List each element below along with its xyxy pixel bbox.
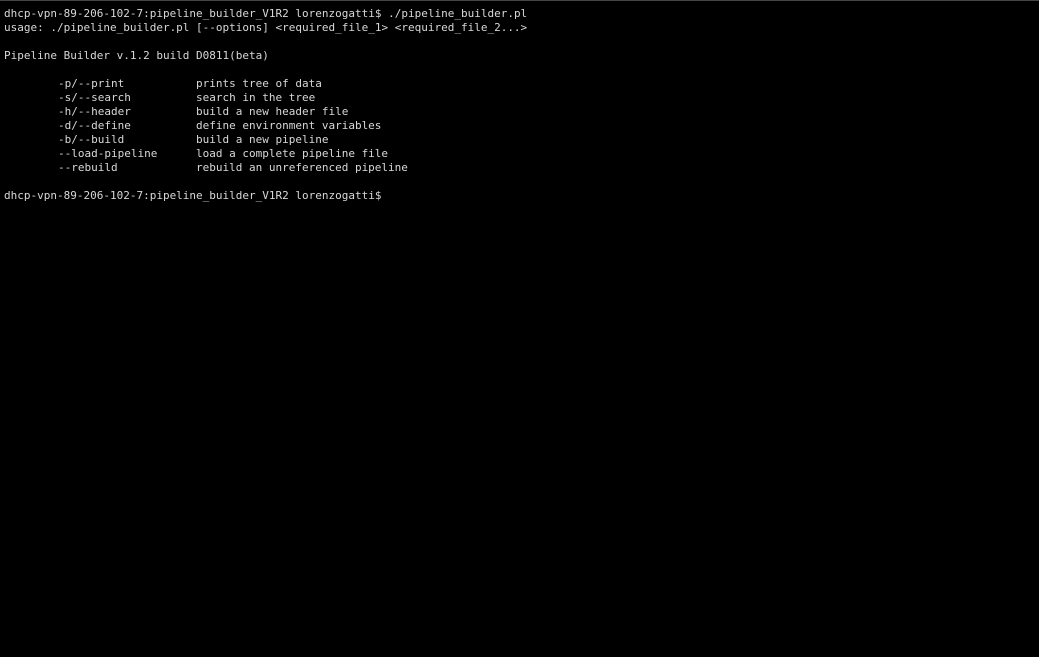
option-flag: -d/--define xyxy=(58,119,196,133)
option-row: -h/--headerbuild a new header file xyxy=(4,105,1035,119)
cursor-icon xyxy=(388,190,395,202)
option-row: -p/--printprints tree of data xyxy=(4,77,1035,91)
option-desc: search in the tree xyxy=(196,91,315,105)
option-row: --load-pipelineload a complete pipeline … xyxy=(4,147,1035,161)
option-row: -s/--searchsearch in the tree xyxy=(4,91,1035,105)
blank-line xyxy=(4,35,1035,49)
prompt-line-1: dhcp-vpn-89-206-102-7:pipeline_builder_V… xyxy=(4,7,1035,21)
option-desc: build a new pipeline xyxy=(196,133,328,147)
blank-line xyxy=(4,63,1035,77)
option-desc: build a new header file xyxy=(196,105,348,119)
option-desc: define environment variables xyxy=(196,119,381,133)
blank-line xyxy=(4,175,1035,189)
option-desc: load a complete pipeline file xyxy=(196,147,388,161)
option-flag: -h/--header xyxy=(58,105,196,119)
entered-command: ./pipeline_builder.pl xyxy=(388,7,527,20)
option-flag: -s/--search xyxy=(58,91,196,105)
terminal-output[interactable]: dhcp-vpn-89-206-102-7:pipeline_builder_V… xyxy=(4,7,1035,203)
option-flag: --load-pipeline xyxy=(58,147,196,161)
option-row: --rebuildrebuild an unreferenced pipelin… xyxy=(4,161,1035,175)
option-flag: --rebuild xyxy=(58,161,196,175)
option-desc: rebuild an unreferenced pipeline xyxy=(196,161,408,175)
option-row: -b/--buildbuild a new pipeline xyxy=(4,133,1035,147)
option-row: -d/--definedefine environment variables xyxy=(4,119,1035,133)
option-flag: -p/--print xyxy=(58,77,196,91)
usage-line: usage: ./pipeline_builder.pl [--options]… xyxy=(4,21,1035,35)
prompt-host: dhcp-vpn-89-206-102-7:pipeline_builder_V… xyxy=(4,7,388,20)
option-flag: -b/--build xyxy=(58,133,196,147)
prompt-line-2[interactable]: dhcp-vpn-89-206-102-7:pipeline_builder_V… xyxy=(4,189,1035,203)
option-desc: prints tree of data xyxy=(196,77,322,91)
version-line: Pipeline Builder v.1.2 build D0811(beta) xyxy=(4,49,1035,63)
prompt-host: dhcp-vpn-89-206-102-7:pipeline_builder_V… xyxy=(4,189,388,202)
